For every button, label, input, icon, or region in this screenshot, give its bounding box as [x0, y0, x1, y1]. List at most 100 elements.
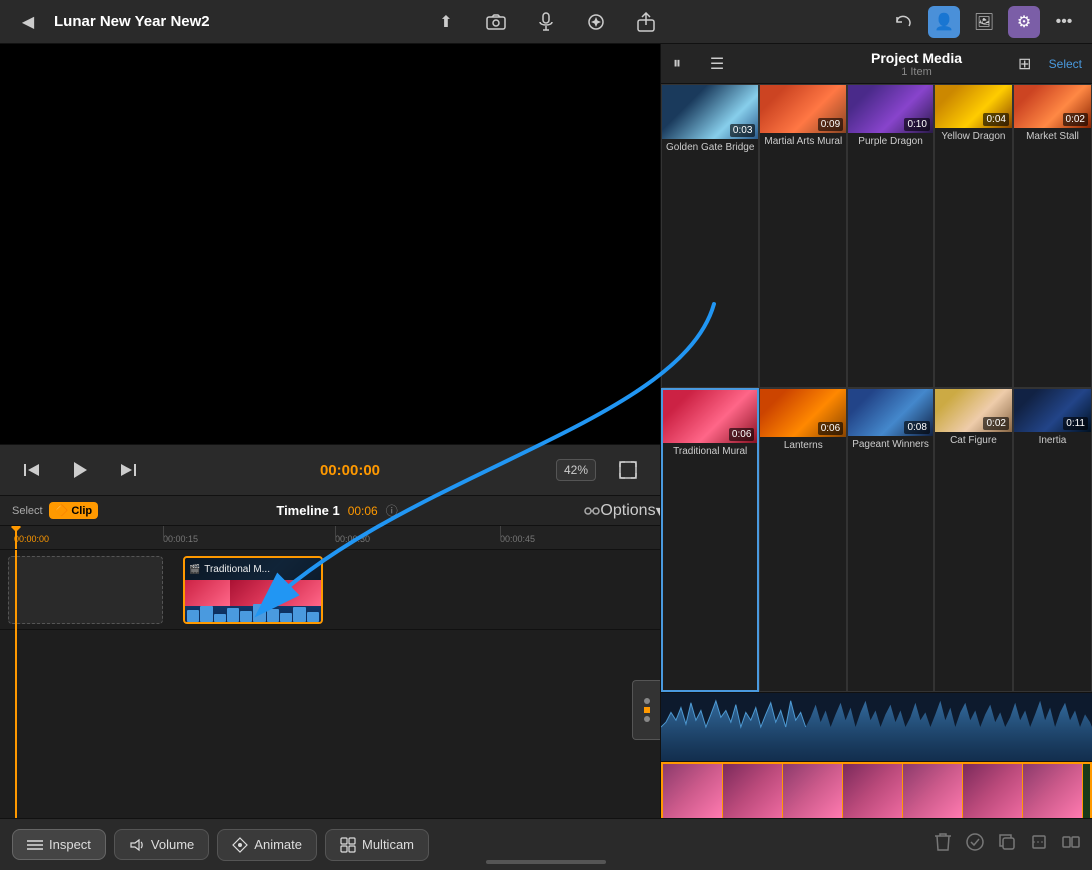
more-button[interactable]: ••• — [1048, 6, 1080, 38]
pause-button[interactable]: ⏸ — [661, 48, 693, 80]
copy-icon[interactable] — [998, 833, 1016, 856]
film-frame-4 — [843, 764, 903, 818]
media-thumb-cat: 0:02 — [935, 389, 1012, 432]
photo-button[interactable]: 🖼 — [968, 6, 1000, 38]
media-duration-7: 0:06 — [818, 422, 843, 435]
zoom-value: 42 — [564, 463, 577, 477]
bottom-right-icons — [934, 832, 1080, 857]
media-item-pageant[interactable]: 0:08 Pageant Winners — [847, 388, 934, 692]
scroll-bar-indicator — [486, 860, 606, 864]
back-button[interactable]: ◀ — [12, 6, 44, 38]
media-item-yellow-dragon[interactable]: 0:04 Yellow Dragon — [934, 84, 1013, 388]
media-label-2: Martial Arts Mural — [760, 133, 846, 150]
media-item-golden-gate[interactable]: 0:03 Golden Gate Bridge — [661, 84, 759, 388]
media-thumb-martial-arts: 0:09 — [760, 85, 846, 133]
list-view-button[interactable]: ☰ — [701, 48, 733, 80]
media-duration-8: 0:08 — [904, 421, 929, 434]
media-duration-1: 0:03 — [730, 124, 755, 137]
media-duration-3: 0:10 — [904, 118, 929, 131]
timeline-duration: 00:06 — [348, 504, 378, 518]
video-preview — [0, 44, 660, 444]
media-thumb-inertia: 0:11 — [1014, 389, 1091, 432]
ruler-tick-0: 00:00:00 — [14, 534, 49, 544]
timeline-select-group: Select 🔶 Clip — [12, 502, 98, 519]
media-item-martial-arts[interactable]: 0:09 Martial Arts Mural — [759, 84, 847, 388]
playhead-indicator — [15, 526, 17, 549]
media-label-3: Purple Dragon — [848, 133, 933, 150]
crop-icon[interactable] — [1030, 833, 1048, 856]
media-select-button[interactable]: Select — [1049, 57, 1082, 71]
skip-back-button[interactable] — [16, 454, 48, 486]
placeholder-clip[interactable] — [8, 556, 163, 624]
placeholder-fill — [9, 557, 162, 623]
wave-bar — [307, 612, 319, 622]
multicam-button[interactable]: Multicam — [325, 829, 429, 861]
media-label-9: Cat Figure — [935, 432, 1012, 449]
media-thumb-purple-dragon: 0:10 — [848, 85, 933, 133]
inspect-label: Inspect — [49, 837, 91, 852]
waveform-area — [185, 602, 321, 622]
ruler-tick-3: 00:00:45 — [500, 534, 535, 544]
grid-view-button[interactable]: ⊞ — [1009, 48, 1041, 80]
split-icon[interactable] — [1062, 833, 1080, 856]
media-item-trad-mural[interactable]: 0:06 Traditional Mural — [661, 388, 759, 692]
media-label-1: Golden Gate Bridge — [662, 139, 758, 156]
timeline-title-group: Timeline 1 00:06 ⓘ — [108, 502, 566, 519]
film-frame-1 — [663, 764, 723, 818]
wave-bar — [293, 607, 305, 622]
timeline-title: Timeline 1 — [276, 503, 339, 518]
multicam-label: Multicam — [362, 837, 414, 852]
clip-icon: 🎬 — [189, 564, 200, 575]
wave-bar — [267, 609, 279, 622]
media-duration-9: 0:02 — [983, 417, 1008, 430]
magic-button[interactable] — [580, 6, 612, 38]
media-item-lanterns[interactable]: 0:06 Lanterns — [759, 388, 847, 692]
film-frame-6 — [963, 764, 1023, 818]
top-bar-right: 👤 🖼 ⚙ ••• — [662, 6, 1080, 38]
wave-bar — [253, 604, 265, 622]
media-header: ⏸ ☰ Project Media 1 Item ⊞ Select — [661, 44, 1092, 84]
media-label-5: Market Stall — [1014, 128, 1091, 145]
media-item-cat[interactable]: 0:02 Cat Figure — [934, 388, 1013, 692]
volume-button[interactable]: Volume — [114, 829, 209, 860]
inspect-button[interactable]: Inspect — [12, 829, 106, 860]
video-canvas — [0, 44, 660, 444]
wave-bar — [280, 613, 292, 622]
animate-button[interactable]: Animate — [217, 829, 317, 861]
zoom-button[interactable]: 42% — [556, 459, 596, 481]
export-button[interactable]: ⬆ — [430, 6, 462, 38]
settings-button[interactable]: ⚙ — [1008, 6, 1040, 38]
check-icon[interactable] — [966, 833, 984, 856]
fullscreen-button[interactable] — [612, 454, 644, 486]
knob-dot-3 — [644, 716, 650, 722]
media-item-inertia[interactable]: 0:11 Inertia — [1013, 388, 1092, 692]
camera-button[interactable] — [480, 6, 512, 38]
timeline-options-button[interactable]: Options ▾ — [616, 496, 648, 527]
media-duration-4: 0:04 — [983, 113, 1008, 126]
media-thumb-pageant: 0:08 — [848, 389, 933, 437]
clip-header: 🎬 Traditional M... — [185, 558, 321, 580]
timeline-info-icon[interactable]: ⓘ — [386, 502, 398, 519]
audio-wave-svg — [661, 693, 1092, 761]
media-item-market-stall[interactable]: 0:02 Market Stall — [1013, 84, 1092, 388]
media-thumb-yellow-dragon: 0:04 — [935, 85, 1012, 128]
wave-bar — [200, 606, 212, 622]
skip-forward-button[interactable] — [112, 454, 144, 486]
media-thumb-trad-mural: 0:06 — [663, 390, 757, 443]
play-button[interactable] — [64, 454, 96, 486]
timeline-ruler: 00:00:00 00:00:15 00:00:30 00:00:45 — [0, 526, 660, 550]
media-thumb-golden-gate: 0:03 — [662, 85, 758, 139]
right-knob[interactable] — [632, 680, 660, 740]
traditional-mural-clip[interactable]: 🎬 Traditional M... — [183, 556, 323, 624]
mic-button[interactable] — [530, 6, 562, 38]
undo-button[interactable] — [888, 6, 920, 38]
media-item-purple-dragon[interactable]: 0:10 Purple Dragon — [847, 84, 934, 388]
media-duration-5: 0:02 — [1063, 113, 1088, 126]
top-bar-left: ◀ Lunar New Year New2 — [12, 6, 430, 38]
people-button[interactable]: 👤 — [928, 6, 960, 38]
film-frames-container — [663, 764, 1083, 818]
trash-icon[interactable] — [934, 832, 952, 857]
media-header-right: ⊞ Select — [1009, 48, 1082, 80]
bottom-toolbar: Inspect Volume Animate Multicam — [0, 818, 1092, 870]
share-button[interactable] — [630, 6, 662, 38]
